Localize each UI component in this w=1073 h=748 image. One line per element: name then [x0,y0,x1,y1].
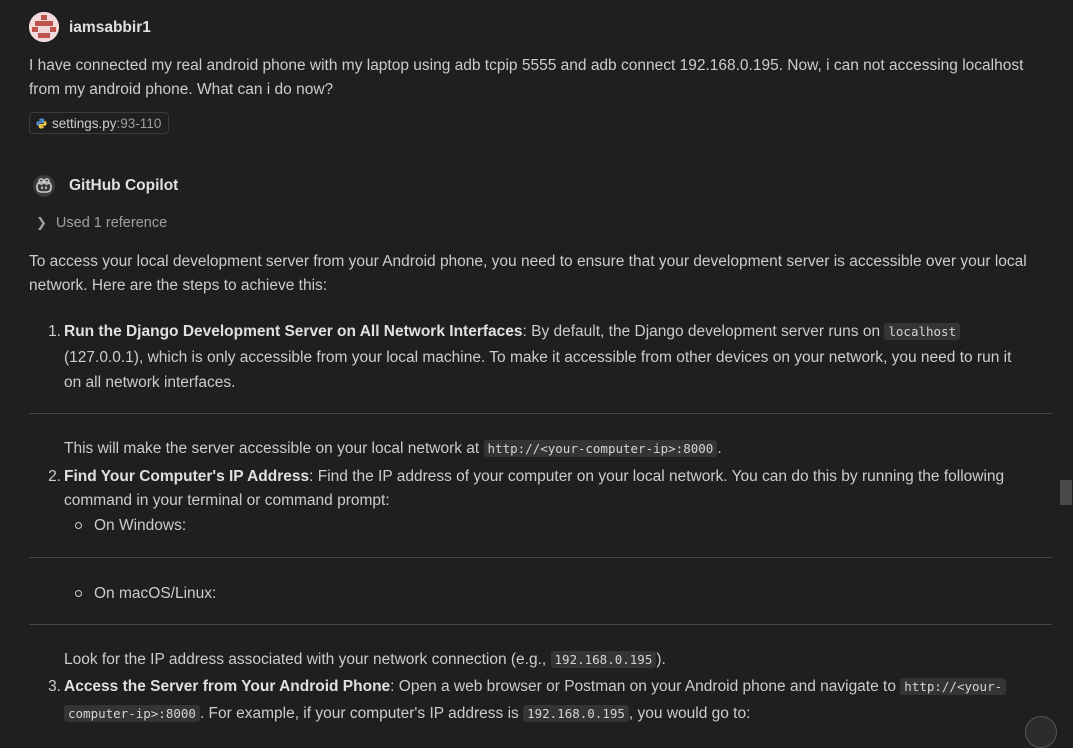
sub-item-macos: On macOS/Linux: [94,585,217,602]
inline-code: localhost [884,323,961,340]
step-title: Access the Server from Your Android Phon… [64,678,391,695]
step-1-note: This will make the server accessible on … [64,440,722,457]
code-block-divider [29,557,1052,558]
step-2-note: Look for the IP address associated with … [64,651,666,668]
step-3-line-2: computer-ip>:8000. For example, if your … [64,702,750,726]
inline-code: computer-ip>:8000 [64,705,200,722]
step-1-line-1: Run the Django Development Server on All… [64,320,961,344]
code-block-divider [29,624,1052,625]
attachment-filename: settings.py [52,115,117,131]
step-title: Find Your Computer's IP Address [64,468,310,485]
bullet-icon [75,522,82,529]
references-toggle[interactable]: ❯ Used 1 reference [36,215,167,231]
step-1-line-3: on all network interfaces. [64,374,236,391]
inline-code: 192.168.0.195 [523,705,629,722]
step-title: Run the Django Development Server on All… [64,323,523,340]
chevron-right-icon: ❯ [36,215,47,230]
code-block-divider [29,413,1052,414]
references-label: Used 1 reference [55,215,168,231]
step-2-line-1: Find Your Computer's IP Address: Find th… [64,468,1005,485]
step-3-line-1: Access the Server from Your Android Phon… [64,675,1007,699]
inline-code: 192.168.0.195 [550,651,657,668]
attachment-chip[interactable]: settings.py:93-110 [29,112,170,134]
step-number: 1. [48,323,61,340]
attachment-range: :93-110 [116,115,162,131]
assistant-intro: To access your local development server … [29,253,1027,294]
copilot-icon [32,174,56,198]
inline-code: http://<your-computer-ip>:8000 [483,440,718,457]
assistant-name: GitHub Copilot [69,177,179,194]
step-number: 2. [48,468,61,485]
sub-item-windows: On Windows: [94,517,187,534]
step-number: 3. [48,678,61,695]
bullet-icon [75,590,82,597]
step-1-line-2: (127.0.0.1), which is only accessible fr… [64,349,1012,366]
python-file-icon [36,117,47,129]
scrollbar-thumb[interactable] [1060,480,1072,505]
scroll-down-button[interactable] [1025,716,1057,748]
user-name[interactable]: iamsabbir1 [69,19,151,37]
step-2-line-2: command in your terminal or command prom… [64,492,390,509]
user-message: I have connected my real android phone w… [29,57,1024,98]
user-avatar [29,12,59,42]
inline-code: http://<your- [900,678,1007,695]
